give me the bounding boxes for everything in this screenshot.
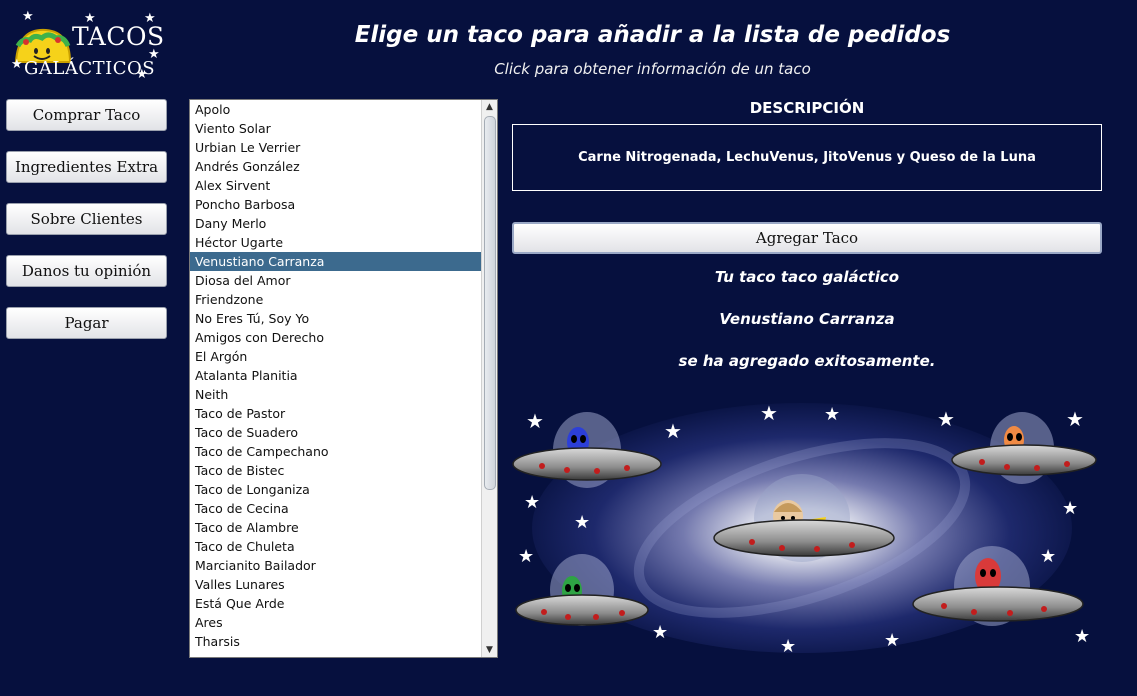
taco-list-item[interactable]: Dany Merlo <box>190 214 483 233</box>
logo: TACOS GALÁCTICOS ★ ★ ★ ★ ★ ★ <box>10 9 164 82</box>
galaxy-ufo-illustration: ★ ★ ★ ★ ★ ★ ★ ★ ★ ★ ★ ★ ★ ★ ★ <box>512 390 1102 658</box>
taco-list-item[interactable]: Marcianito Bailador <box>190 556 483 575</box>
svg-text:★: ★ <box>1066 407 1084 431</box>
star-icon: ★ <box>144 11 156 26</box>
svg-text:★: ★ <box>760 401 778 425</box>
taco-list-item[interactable]: Taco de Suadero <box>190 423 483 442</box>
confirmation-line-1: Tu taco taco galáctico <box>714 268 900 286</box>
danos-tu-opinion-button[interactable]: Danos tu opinión <box>6 255 167 287</box>
list-scrollbar[interactable]: ▲ ▼ <box>481 100 497 657</box>
taco-list-item[interactable]: Taco de Chuleta <box>190 537 483 556</box>
taco-list-item[interactable]: Taco de Cecina <box>190 499 483 518</box>
star-icon: ★ <box>136 67 148 82</box>
svg-text:★: ★ <box>884 630 900 651</box>
scroll-down-arrow-icon[interactable]: ▼ <box>482 643 497 657</box>
star-icon: ★ <box>148 47 160 62</box>
taco-list-item[interactable]: Neith <box>190 385 483 404</box>
agregar-taco-button[interactable]: Agregar Taco <box>512 222 1102 254</box>
taco-list-items: Apolo Viento Solar Urbian Le Verrier Andrés… <box>190 100 483 651</box>
description-box: Carne Nitrogenada, LechuVenus, JitoVenus… <box>512 124 1102 191</box>
confirmation-taco-name: Venustiano Carranza <box>719 310 895 328</box>
star-icon: ★ <box>11 57 23 72</box>
taco-list-item[interactable]: Alex Sirvent <box>190 176 483 195</box>
svg-text:★: ★ <box>526 409 544 433</box>
taco-listbox[interactable]: Apolo Viento Solar Urbian Le Verrier Andrés… <box>189 99 498 658</box>
sidebar-nav: Comprar Taco Ingredientes Extra Sobre Cl… <box>6 99 167 359</box>
taco-list-item[interactable]: Taco de Pastor <box>190 404 483 423</box>
taco-list-item[interactable]: Venustiano Carranza <box>190 252 483 271</box>
taco-list-item[interactable]: No Eres Tú, Soy Yo <box>190 309 483 328</box>
taco-list-item[interactable]: Friendzone <box>190 290 483 309</box>
taco-list-item[interactable]: Taco de Bistec <box>190 461 483 480</box>
svg-text:★: ★ <box>1074 626 1090 647</box>
taco-list-item[interactable]: Atalanta Planitia <box>190 366 483 385</box>
taco-list-item[interactable]: Ares <box>190 613 483 632</box>
taco-list-item[interactable]: Está Que Arde <box>190 594 483 613</box>
ingredientes-extra-button[interactable]: Ingredientes Extra <box>6 151 167 183</box>
svg-text:★: ★ <box>652 622 668 643</box>
taco-list-item[interactable]: El Argón <box>190 347 483 366</box>
taco-list-item[interactable]: Taco de Alambre <box>190 518 483 537</box>
taco-list-item[interactable]: Héctor Ugarte <box>190 233 483 252</box>
taco-list-item[interactable]: Taco de Campechano <box>190 442 483 461</box>
scroll-thumb[interactable] <box>484 116 496 490</box>
svg-text:★: ★ <box>664 419 682 443</box>
description-heading: DESCRIPCIÓN <box>749 99 865 117</box>
star-icon: ★ <box>22 9 34 24</box>
svg-text:★: ★ <box>524 492 540 513</box>
sobre-clientes-button[interactable]: Sobre Clientes <box>6 203 167 235</box>
taco-list-item[interactable]: Urbian Le Verrier <box>190 138 483 157</box>
taco-list-item[interactable]: Diosa del Amor <box>190 271 483 290</box>
svg-text:★: ★ <box>780 636 796 657</box>
svg-text:★: ★ <box>518 546 534 567</box>
taco-list-item[interactable]: Tharsis <box>190 632 483 651</box>
svg-text:★: ★ <box>824 404 840 425</box>
taco-list-item[interactable]: Apolo <box>190 100 483 119</box>
description-text: Carne Nitrogenada, LechuVenus, JitoVenus… <box>578 150 1036 165</box>
taco-list-item[interactable]: Valles Lunares <box>190 575 483 594</box>
star-icon: ★ <box>84 11 96 26</box>
svg-text:★: ★ <box>1062 498 1078 519</box>
taco-list-item[interactable]: Viento Solar <box>190 119 483 138</box>
page-title: Elige un taco para añadir a la lista de … <box>354 22 951 48</box>
confirmation-line-3: se ha agregado exitosamente. <box>678 352 936 370</box>
svg-text:★: ★ <box>937 407 955 431</box>
taco-list-item[interactable]: Taco de Longaniza <box>190 480 483 499</box>
page-subtitle: Click para obtener información de un tac… <box>494 60 811 78</box>
taco-list-item[interactable]: Amigos con Derecho <box>190 328 483 347</box>
svg-text:★: ★ <box>574 512 590 533</box>
taco-list-item[interactable]: Poncho Barbosa <box>190 195 483 214</box>
scroll-up-arrow-icon[interactable]: ▲ <box>482 100 497 114</box>
taco-list-item[interactable]: Andrés González <box>190 157 483 176</box>
comprar-taco-button[interactable]: Comprar Taco <box>6 99 167 131</box>
svg-text:★: ★ <box>1040 546 1056 567</box>
pagar-button[interactable]: Pagar <box>6 307 167 339</box>
